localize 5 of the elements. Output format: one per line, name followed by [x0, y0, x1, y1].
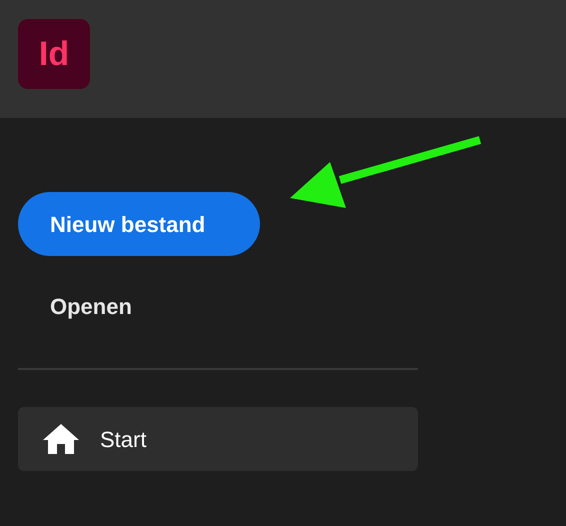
open-button[interactable]: Openen	[50, 290, 132, 323]
nav-item[interactable]: Start	[18, 407, 418, 471]
new-file-button[interactable]: Nieuw bestand	[18, 192, 260, 256]
home-icon	[42, 423, 80, 455]
app-logo: Id	[18, 19, 90, 89]
